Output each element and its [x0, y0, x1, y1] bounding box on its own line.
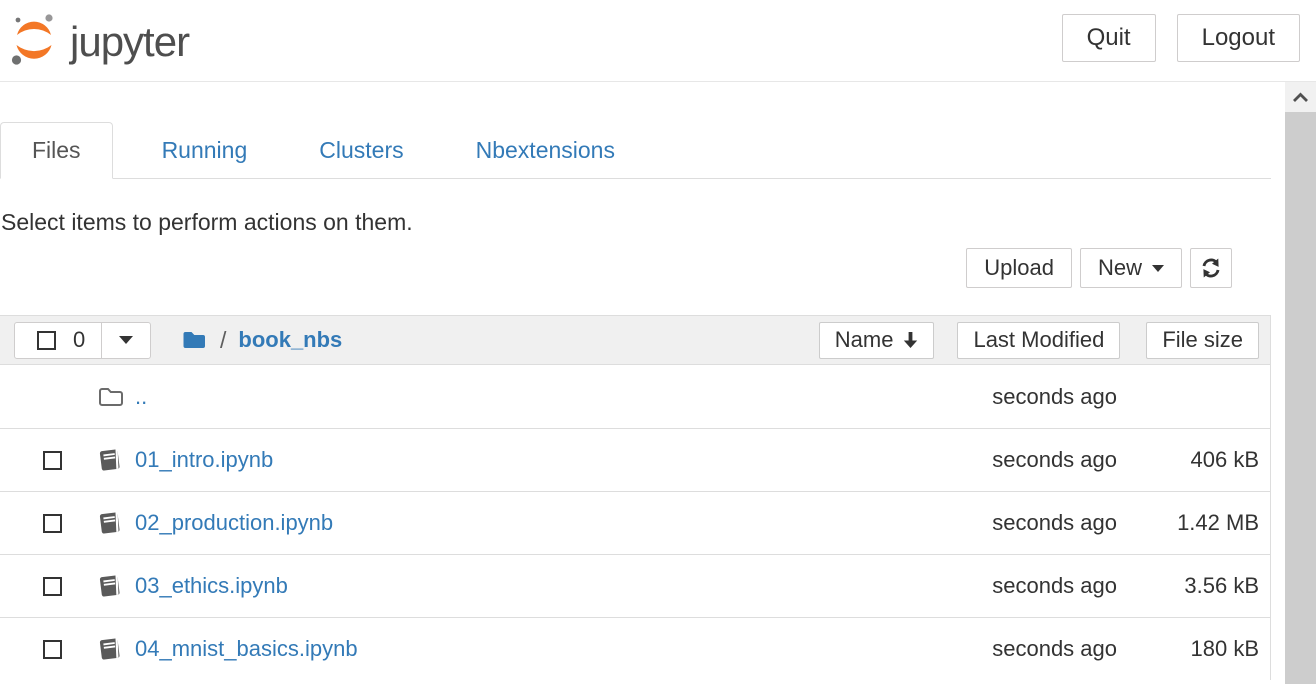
folder-icon[interactable] [182, 330, 207, 350]
book-icon [97, 637, 123, 661]
jupyter-logo[interactable]: jupyter [10, 12, 189, 69]
book-icon [97, 574, 123, 598]
select-all-segment[interactable]: 0 [15, 323, 101, 358]
list-item-notebook: 03_ethics.ipynb seconds ago 3.56 kB [0, 554, 1270, 617]
select-all-group: 0 [14, 322, 151, 359]
selected-count: 0 [73, 327, 85, 353]
scroll-up-button[interactable] [1285, 82, 1316, 112]
chevron-up-icon [1292, 92, 1309, 103]
notebook-link[interactable]: 03_ethics.ipynb [135, 573, 288, 598]
sort-last-modified-button[interactable]: Last Modified [957, 322, 1120, 359]
sort-name-label: Name [835, 327, 894, 353]
jupyter-logo-icon [10, 12, 58, 69]
notebook-list: 0 / book_nbs Name [0, 315, 1271, 680]
tab-nbextensions[interactable]: Nbextensions [453, 122, 638, 179]
upload-button[interactable]: Upload [966, 248, 1072, 288]
logo-wordmark: jupyter [70, 18, 189, 66]
tab-files[interactable]: Files [0, 122, 113, 179]
refresh-button[interactable] [1190, 248, 1232, 288]
modified-value: seconds ago [867, 384, 1117, 410]
breadcrumb-current-folder[interactable]: book_nbs [238, 327, 342, 353]
arrow-down-icon [903, 331, 918, 349]
sort-buttons: Name Last Modified File size [819, 322, 1259, 359]
caret-down-icon [1152, 265, 1164, 272]
book-icon [97, 448, 123, 472]
tab-running[interactable]: Running [139, 122, 271, 179]
sort-file-size-button[interactable]: File size [1146, 322, 1259, 359]
scrollbar-thumb[interactable] [1285, 112, 1316, 684]
modified-value: seconds ago [867, 510, 1117, 536]
sort-name-button[interactable]: Name [819, 322, 935, 359]
list-item-notebook: 04_mnist_basics.ipynb seconds ago 180 kB [0, 617, 1270, 680]
main-content: Files Running Clusters Nbextensions Sele… [0, 122, 1271, 680]
caret-down-icon [119, 336, 133, 344]
select-all-checkbox[interactable] [37, 331, 56, 350]
row-checkbox[interactable] [43, 451, 62, 470]
row-checkbox[interactable] [43, 640, 62, 659]
modified-value: seconds ago [867, 636, 1117, 662]
refresh-icon [1200, 257, 1222, 279]
list-item-notebook: 02_production.ipynb seconds ago 1.42 MB [0, 491, 1270, 554]
list-item-notebook: 01_intro.ipynb seconds ago 406 kB [0, 428, 1270, 491]
new-dropdown-label: New [1098, 255, 1142, 281]
size-value: 406 kB [1117, 447, 1270, 473]
quit-button[interactable]: Quit [1062, 14, 1156, 62]
folder-outline-icon [97, 386, 124, 408]
list-item-parent-folder: .. seconds ago [0, 365, 1270, 428]
app-header: jupyter Quit Logout [0, 0, 1316, 82]
select-dropdown-toggle[interactable] [101, 323, 150, 358]
size-value: 1.42 MB [1117, 510, 1270, 536]
logout-button[interactable]: Logout [1177, 14, 1300, 62]
notebook-link[interactable]: 04_mnist_basics.ipynb [135, 636, 358, 661]
size-value: 3.56 kB [1117, 573, 1270, 599]
vertical-scrollbar[interactable] [1285, 82, 1316, 684]
new-dropdown-button[interactable]: New [1080, 248, 1182, 288]
instructions-text: Select items to perform actions on them. [0, 209, 1271, 236]
row-checkbox[interactable] [43, 514, 62, 533]
notebook-link[interactable]: 01_intro.ipynb [135, 447, 273, 472]
breadcrumb-separator: / [220, 327, 226, 354]
notebook-link[interactable]: 02_production.ipynb [135, 510, 333, 535]
modified-value: seconds ago [867, 573, 1117, 599]
breadcrumb: / book_nbs [182, 327, 342, 354]
tab-bar: Files Running Clusters Nbextensions [0, 122, 1271, 179]
action-toolbar: Upload New [0, 248, 1271, 288]
tab-clusters[interactable]: Clusters [296, 122, 426, 179]
row-checkbox[interactable] [43, 577, 62, 596]
list-header: 0 / book_nbs Name [0, 315, 1270, 365]
size-value: 180 kB [1117, 636, 1270, 662]
book-icon [97, 511, 123, 535]
parent-folder-link[interactable]: .. [135, 384, 147, 409]
modified-value: seconds ago [867, 447, 1117, 473]
